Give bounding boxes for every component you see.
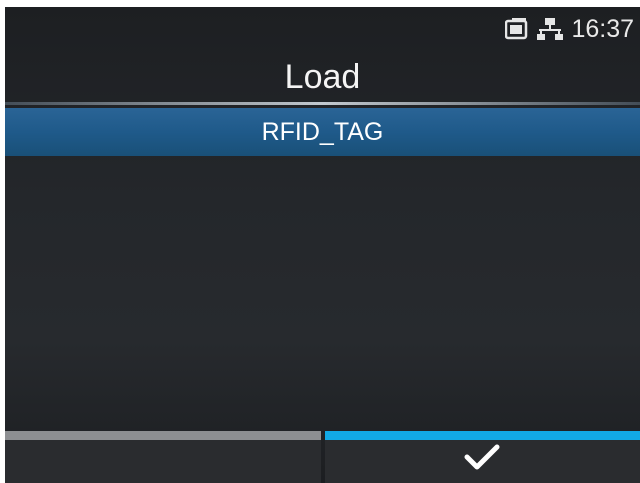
status-icons: 16:37 xyxy=(505,15,634,43)
printer-display: 16:37 Load RFID_TAG xyxy=(5,7,640,483)
page-title: Load xyxy=(284,58,361,96)
checkmark-icon xyxy=(464,444,500,475)
network-icon xyxy=(537,17,564,41)
softkey-confirm[interactable] xyxy=(324,431,640,483)
softkey-bar xyxy=(5,431,640,483)
status-clock: 16:37 xyxy=(571,15,634,43)
softkey-left-indicator xyxy=(5,431,321,440)
list-item-rfid-tag[interactable]: RFID_TAG xyxy=(5,108,640,156)
softkey-left[interactable] xyxy=(5,431,321,483)
memory-card-icon xyxy=(505,18,529,40)
title-divider xyxy=(5,102,640,105)
option-list[interactable]: RFID_TAG xyxy=(5,108,640,428)
softkey-right-indicator xyxy=(324,431,640,440)
list-item-label: RFID_TAG xyxy=(261,117,384,146)
status-bar: 16:37 xyxy=(5,7,640,51)
